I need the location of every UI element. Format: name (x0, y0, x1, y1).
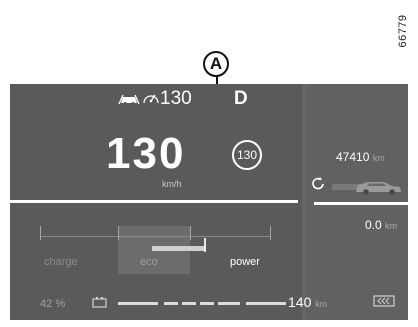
range-bar-segment (246, 302, 286, 305)
power-level-bar (152, 246, 205, 251)
range-bar-segment (182, 302, 196, 305)
odometer-unit: km (372, 153, 385, 163)
regenerative-braking-icon (373, 295, 395, 307)
power-gauge: charge eco power (40, 222, 280, 278)
range-value: 140 (288, 294, 312, 310)
odometer: 47410 km (336, 150, 385, 164)
range-bar (118, 302, 286, 305)
battery-percentage: 42 % (40, 298, 65, 310)
vehicle-side-icon (312, 177, 401, 195)
speedometer-assist-icon (143, 94, 159, 104)
range-bar-segment (218, 302, 240, 305)
gauge-label-charge: charge (44, 256, 78, 268)
odometer-value: 47410 (336, 150, 370, 164)
range-unit: km (315, 299, 328, 309)
gauge-tick (270, 226, 271, 240)
gauge-label-power: power (230, 256, 260, 268)
gauge-label-eco: eco (140, 256, 158, 268)
current-speed: 130 (106, 129, 186, 178)
gauge-tick (118, 226, 119, 240)
divider-line-right (314, 202, 408, 205)
panel-divider (302, 84, 306, 320)
battery-percent-unit: % (55, 298, 66, 310)
cruise-speed: 130 (160, 88, 192, 109)
callout-label: A (203, 51, 229, 77)
range-bar-segment (164, 302, 178, 305)
divider-line (10, 200, 298, 203)
car-driver-assist-icon (118, 94, 140, 105)
speed-limit-value: 130 (236, 148, 258, 162)
range-bar-segment (200, 302, 214, 305)
trip-value: 0.0 (365, 218, 382, 232)
power-level-marker (204, 238, 206, 252)
gauge-baseline (40, 236, 270, 237)
speed-unit: km/h (162, 179, 182, 189)
remaining-range: 140 km (288, 294, 327, 310)
trip-distance: 0.0 km (365, 218, 397, 232)
gauge-tick (40, 226, 41, 240)
gear-indicator: D (234, 88, 248, 109)
range-bar-segment (118, 302, 158, 305)
speed-limit-sign: 130 (232, 140, 262, 170)
battery-percent-value: 42 (40, 298, 53, 310)
battery-plug-icon (92, 297, 107, 308)
gauge-tick (190, 226, 191, 240)
instrument-cluster: 130 D 130 km/h 130 47410 km 0.0 km charg… (10, 84, 408, 320)
figure-reference: 66779 (397, 14, 409, 48)
trip-unit: km (385, 221, 398, 231)
